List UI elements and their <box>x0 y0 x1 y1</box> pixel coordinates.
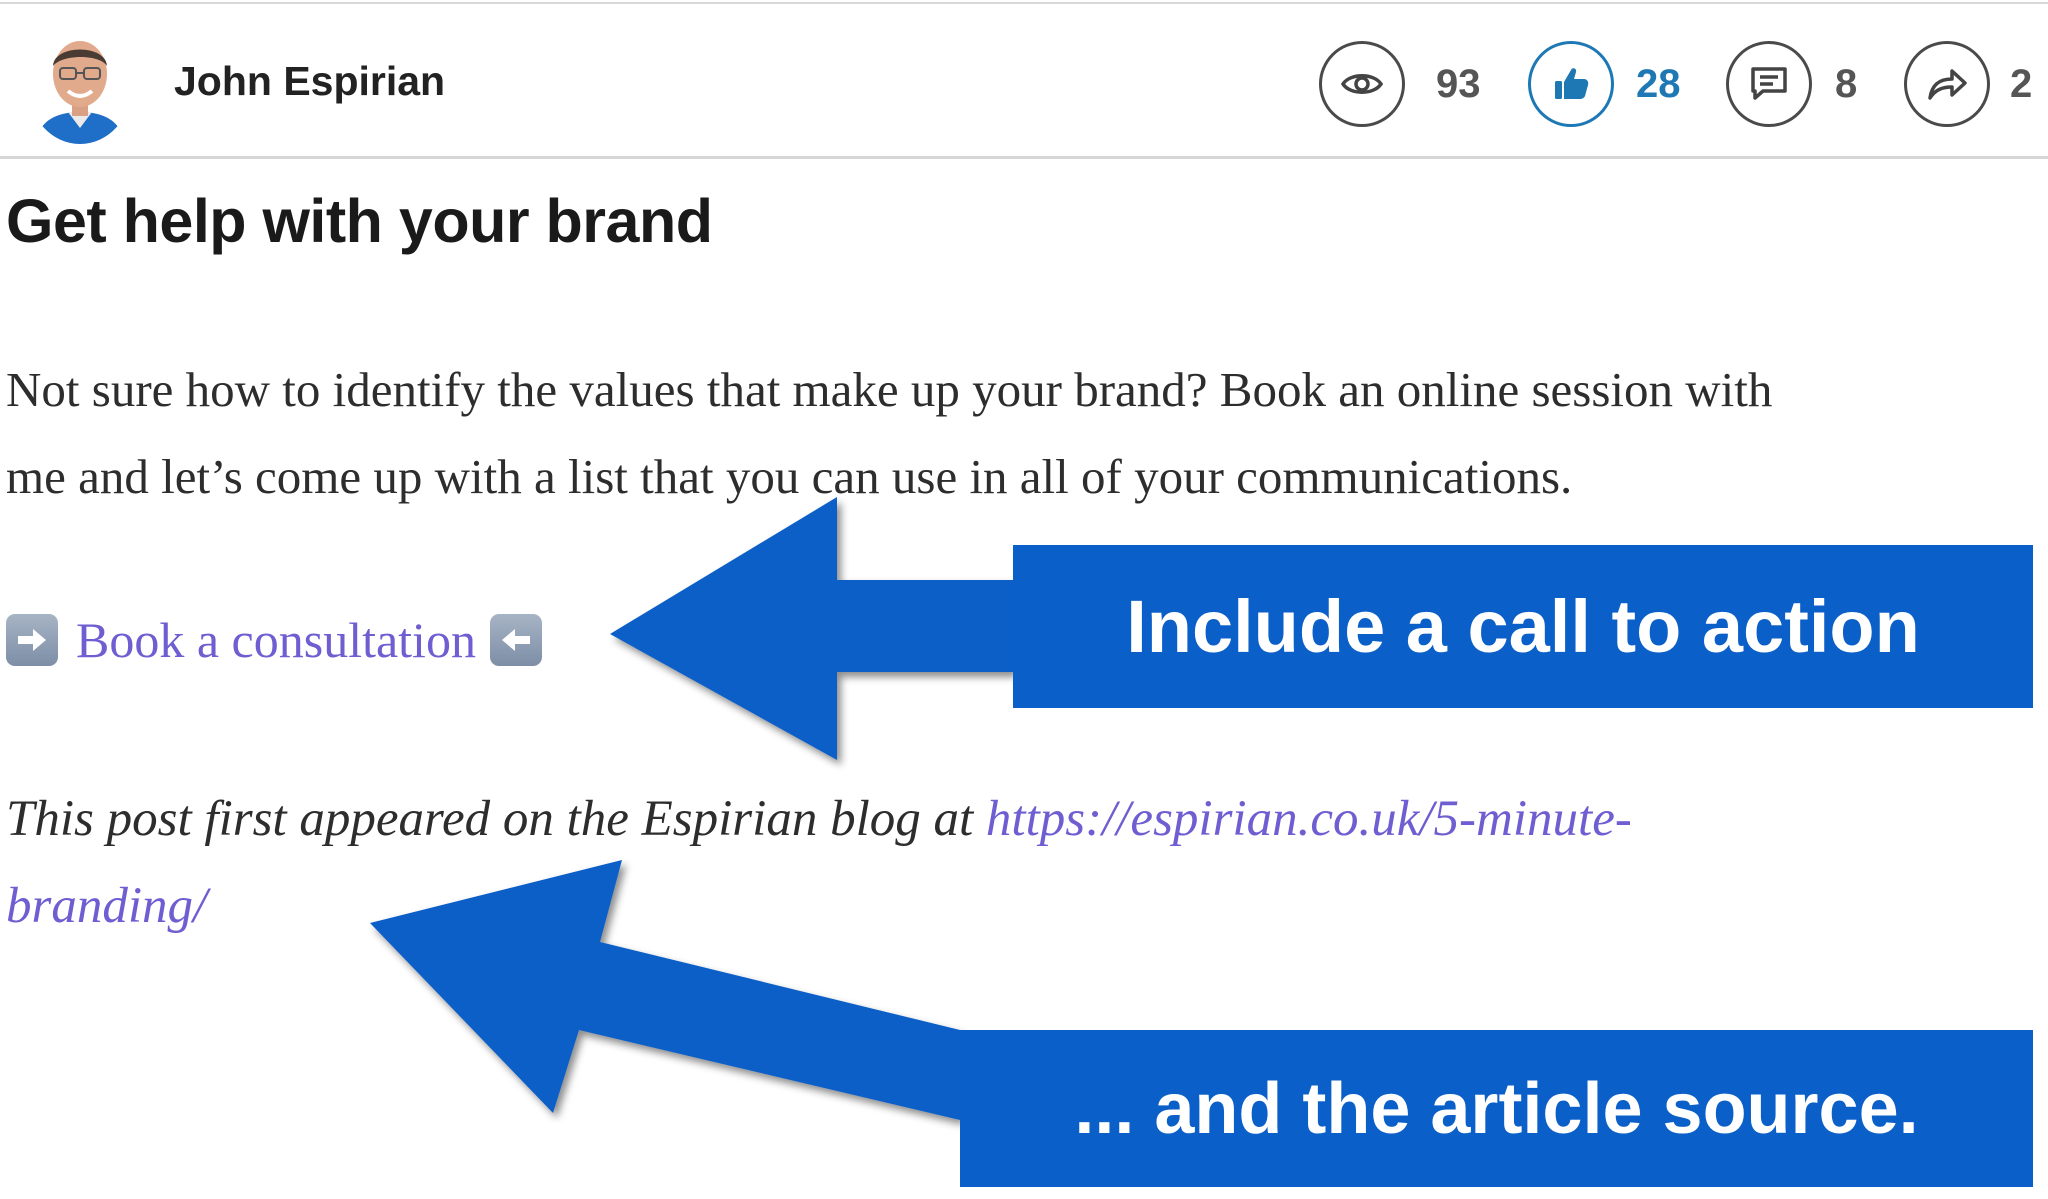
avatar[interactable] <box>28 28 132 144</box>
source-prefix: This post first appeared on the Espirian… <box>6 791 986 847</box>
left-arrow-emoji-icon <box>489 614 542 666</box>
shares-count: 2 <box>2010 62 2033 106</box>
views-count: 93 <box>1436 62 1481 106</box>
callout-call-to-action: Include a call to action <box>1013 545 2033 708</box>
comment-icon <box>1751 67 1787 100</box>
header-divider <box>0 156 2048 159</box>
like-button[interactable] <box>1528 41 1614 127</box>
likes-count: 28 <box>1636 62 1681 106</box>
book-consultation-link[interactable]: Book a consultation <box>76 611 476 669</box>
source-link[interactable]: https://espirian.co.uk/5-minute- <box>986 791 1632 847</box>
right-arrow-emoji-icon <box>6 614 58 666</box>
eye-icon <box>1340 74 1384 94</box>
callout-arrow-cta <box>610 497 1013 760</box>
paragraph-line-1: Not sure how to identify the values that… <box>6 362 1773 417</box>
article-heading: Get help with your brand <box>6 187 713 255</box>
article-paragraph: Not sure how to identify the values that… <box>6 346 1996 520</box>
comments-count: 8 <box>1835 62 1858 106</box>
paragraph-line-2: me and let’s come up with a list that yo… <box>6 449 1573 504</box>
share-icon <box>1928 69 1967 100</box>
article-source-note: This post first appeared on the Espirian… <box>6 776 1996 950</box>
comments-button[interactable] <box>1726 41 1812 127</box>
author-name[interactable]: John Espirian <box>174 58 445 105</box>
views-button[interactable] <box>1319 41 1405 127</box>
callout-article-source: ... and the article source. <box>960 1030 2033 1187</box>
thumbs-up-icon <box>1555 68 1589 99</box>
source-link-continued[interactable]: branding/ <box>6 878 207 934</box>
post-header: John Espirian 93 28 8 2 <box>0 4 2048 156</box>
share-button[interactable] <box>1904 41 1990 127</box>
book-consultation-cta: Book a consultation <box>6 610 542 670</box>
